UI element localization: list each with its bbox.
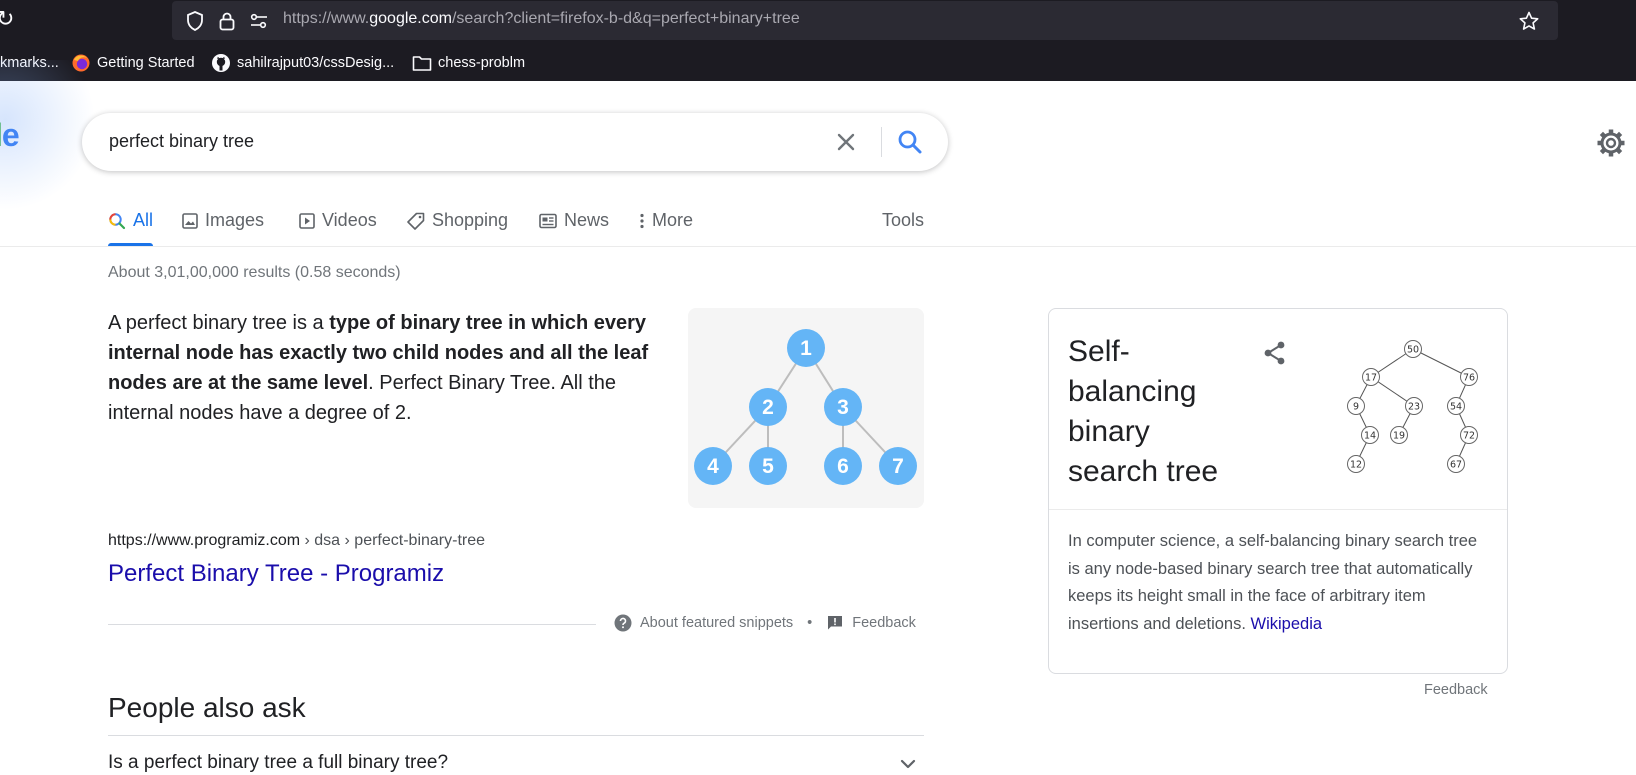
bst-node-label: 54	[1450, 402, 1462, 413]
bst-diagram[interactable]: 50 17 76 9 23 54 14 19 72 12 67	[1331, 335, 1499, 487]
perfect-binary-tree-diagram: 1 2 3 4 5 6 7	[694, 329, 917, 485]
reload-icon[interactable]: ↻	[0, 8, 20, 32]
search-icon[interactable]	[896, 128, 924, 156]
bst-node-label: 50	[1407, 345, 1419, 356]
bookmark-label: sahilrajput03/cssDesig...	[237, 55, 395, 71]
tab-label: All	[133, 210, 154, 230]
tree-node-label: 7	[892, 455, 904, 478]
tree-node-label: 4	[707, 455, 719, 478]
tab-label: Videos	[322, 210, 377, 230]
snippet-image[interactable]: 1 2 3 4 5 6 7	[688, 308, 924, 508]
cite-domain: https://www.programiz.com	[108, 532, 301, 549]
search-box	[82, 113, 948, 171]
bst-node-label: 76	[1463, 373, 1475, 384]
paa-question[interactable]: Is a perfect binary tree a full binary t…	[108, 752, 448, 774]
tab-all[interactable]: All	[108, 210, 153, 231]
bookmark-label: chess-problm	[438, 55, 526, 71]
folder-icon	[412, 56, 432, 71]
bst-node-label: 19	[1393, 431, 1405, 442]
people-also-ask-heading: People also ask	[108, 692, 306, 723]
tab-news[interactable]: News	[539, 210, 609, 231]
bookmark-github[interactable]: sahilrajput03/cssDesig...	[211, 53, 394, 73]
tree-node-label: 1	[800, 337, 812, 360]
star-bookmark-icon[interactable]	[1518, 10, 1540, 32]
permissions-icon[interactable]	[248, 10, 270, 32]
address-bar[interactable]: https://www.google.com/search?client=fir…	[172, 1, 1558, 40]
bst-node-label: 12	[1350, 460, 1362, 471]
tree-node-label: 5	[762, 455, 774, 478]
tag-icon	[407, 212, 425, 230]
tree-node-label: 2	[762, 396, 774, 419]
knowledge-panel-feedback-link[interactable]: Feedback	[1424, 682, 1488, 698]
browser-window: ↻ https://www.google.com/search?client=f…	[0, 0, 1636, 775]
tab-tools[interactable]: Tools	[882, 210, 924, 231]
gear-icon[interactable]	[1596, 128, 1626, 158]
wikipedia-link[interactable]: Wikipedia	[1251, 615, 1323, 633]
tab-more[interactable]: More	[639, 210, 693, 231]
knowledge-panel-description: In computer science, a self-balancing bi…	[1068, 528, 1488, 638]
video-icon	[299, 212, 315, 229]
paa-divider	[108, 735, 924, 736]
bst-node-label: 9	[1353, 402, 1359, 413]
bst-node-label: 23	[1408, 402, 1420, 413]
more-vert-icon	[640, 213, 644, 228]
shield-icon[interactable]	[184, 10, 206, 32]
google-logo[interactable]: le	[0, 117, 20, 154]
tab-images[interactable]: Images	[182, 210, 264, 231]
tree-node-label: 6	[837, 455, 849, 478]
tab-label: Tools	[882, 210, 925, 230]
tree-node-label: 3	[837, 396, 849, 419]
help-icon	[614, 614, 632, 632]
url-text[interactable]: https://www.google.com/search?client=fir…	[283, 10, 800, 28]
search-input[interactable]	[109, 131, 759, 152]
lock-icon[interactable]	[216, 10, 238, 32]
browser-toolbar: ↻ https://www.google.com/search?client=f…	[0, 0, 1636, 81]
bst-node-label: 67	[1450, 460, 1462, 471]
result-cite[interactable]: https://www.programiz.com › dsa › perfec…	[108, 532, 485, 550]
knowledge-panel-divider	[1049, 509, 1507, 510]
cite-path: › dsa › perfect-binary-tree	[300, 532, 486, 549]
bst-node-label: 72	[1463, 431, 1475, 442]
result-stats: About 3,01,00,000 results (0.58 seconds)	[108, 264, 401, 281]
clear-icon[interactable]	[834, 130, 858, 154]
search-tabs: All Images Videos Shopping News More Too…	[108, 198, 928, 246]
bst-node-label: 14	[1364, 431, 1376, 442]
github-icon	[212, 54, 230, 72]
bst-node-label: 17	[1365, 373, 1377, 384]
featured-snippet-text: A perfect binary tree is a type of binar…	[108, 308, 668, 428]
snippet-feedback-link[interactable]: Feedback	[826, 614, 916, 632]
knowledge-panel-title: Self-balancing binary search tree	[1068, 335, 1219, 488]
url-host: google.com	[369, 10, 452, 27]
tabs-divider	[0, 246, 1636, 247]
search-divider	[881, 127, 882, 157]
logo-letter-e: e	[1, 117, 20, 153]
about-featured-snippets-label: About featured snippets	[640, 615, 794, 631]
url-prefix: https://www.	[283, 10, 370, 27]
knowledge-panel: Self-balancing binary search tree 50 17 …	[1048, 308, 1508, 674]
tab-label: Shopping	[432, 210, 509, 230]
snippet-text-start: A perfect binary tree is a	[108, 312, 330, 334]
snippet-feedback-label: Feedback	[852, 615, 916, 631]
bookmarks-toolbar: kmarks... Getting Started sahilrajput03/…	[0, 48, 1636, 78]
tab-label: News	[564, 210, 610, 230]
image-icon	[182, 212, 198, 229]
share-icon[interactable]	[1261, 339, 1289, 367]
separator-dot: •	[807, 615, 813, 631]
tab-shopping[interactable]: Shopping	[407, 210, 508, 231]
result-title-link[interactable]: Perfect Binary Tree - Programiz	[108, 560, 444, 588]
news-icon	[539, 213, 557, 228]
tab-label: More	[652, 210, 694, 230]
search-icon	[109, 212, 126, 229]
tab-videos[interactable]: Videos	[299, 210, 377, 231]
tab-label: Images	[205, 210, 265, 230]
bookmark-label: Getting Started	[97, 55, 195, 71]
chevron-down-icon[interactable]	[896, 752, 920, 775]
bookmark-chess-folder[interactable]: chess-problm	[412, 53, 525, 73]
snippet-divider	[108, 624, 596, 625]
snippet-footer: About featured snippets • Feedback	[614, 614, 916, 632]
url-rest: /search?client=firefox-b-d&q=perfect+bin…	[451, 10, 800, 27]
feedback-icon	[828, 616, 843, 630]
about-featured-snippets-link[interactable]: About featured snippets	[614, 614, 793, 632]
